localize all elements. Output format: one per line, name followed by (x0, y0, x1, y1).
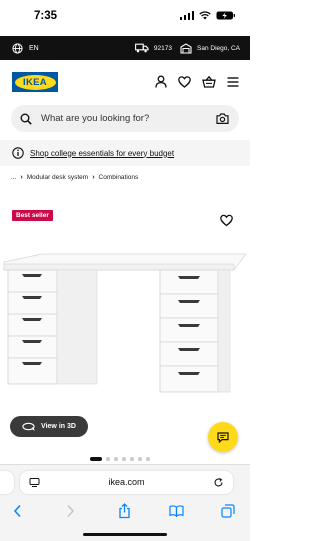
camera-icon[interactable] (216, 112, 229, 125)
add-to-wishlist-icon[interactable] (220, 214, 233, 227)
heart-icon[interactable] (177, 74, 192, 89)
carousel-dot[interactable] (122, 457, 126, 461)
breadcrumb-separator: › (20, 174, 23, 181)
previous-tab-preview[interactable] (0, 471, 14, 494)
status-icons (179, 11, 237, 20)
carousel-dot[interactable] (114, 457, 118, 461)
zip-code[interactable]: 92173 (154, 45, 172, 52)
store-name[interactable]: San Diego, CA (197, 45, 240, 52)
chat-button[interactable] (208, 422, 238, 452)
view-in-3d-button[interactable]: View in 3D (10, 416, 88, 437)
wifi-icon (199, 11, 211, 20)
carousel-dot[interactable] (130, 457, 134, 461)
signal-icon (179, 11, 194, 20)
ikea-logo[interactable]: IKEA (12, 72, 58, 92)
info-icon (12, 147, 24, 159)
globe-icon (12, 42, 23, 54)
carousel-dot[interactable] (138, 457, 142, 461)
browser-toolbar: ikea.com (0, 464, 250, 541)
language-selector[interactable]: EN (12, 42, 39, 54)
logo-text: IKEA (23, 76, 47, 88)
image-carousel-dots[interactable] (90, 457, 150, 461)
search-bar[interactable]: What are you looking for? (11, 105, 239, 132)
search-input[interactable]: What are you looking for? (41, 113, 149, 124)
url-text[interactable]: ikea.com (20, 477, 233, 487)
store-icon[interactable] (180, 42, 192, 54)
carousel-dot[interactable] (146, 457, 150, 461)
header-actions (153, 74, 240, 89)
cart-icon[interactable] (201, 74, 216, 89)
user-icon[interactable] (153, 74, 168, 89)
truck-icon[interactable] (134, 43, 149, 53)
breadcrumb: ... › Modular desk system › Combinations (11, 174, 138, 181)
breadcrumb-item[interactable]: Modular desk system (27, 174, 88, 181)
all-tabs-icon[interactable] (220, 503, 236, 519)
chat-icon (217, 431, 229, 443)
back-icon[interactable] (9, 503, 25, 519)
address-bar[interactable]: ikea.com (20, 471, 233, 494)
share-icon[interactable] (116, 503, 132, 519)
carousel-dot[interactable] (106, 457, 110, 461)
delivery-and-store: 92173 San Diego, CA (134, 36, 240, 60)
bookmarks-icon[interactable] (168, 503, 184, 519)
carousel-dot[interactable] (90, 457, 102, 461)
home-indicator (83, 533, 167, 536)
menu-icon[interactable] (225, 74, 240, 89)
best-seller-badge: Best seller (12, 210, 53, 221)
browser-nav-row (0, 501, 250, 521)
utility-bar: EN 92173 San Diego, CA (0, 36, 250, 60)
promo-link[interactable]: Shop college essentials for every budget (30, 149, 174, 158)
breadcrumb-ellipsis[interactable]: ... (11, 174, 16, 181)
promo-banner: Shop college essentials for every budget (0, 140, 250, 166)
language-label: EN (29, 44, 39, 52)
breadcrumb-item[interactable]: Combinations (99, 174, 139, 181)
product-image-desk[interactable] (0, 248, 250, 408)
site-header: IKEA (0, 60, 250, 104)
reload-icon[interactable] (213, 477, 224, 488)
forward-icon[interactable] (62, 503, 78, 519)
status-bar: 7:35 (0, 0, 250, 36)
rotate-3d-icon (22, 422, 35, 431)
breadcrumb-separator: › (92, 174, 95, 181)
battery-charging-icon (216, 11, 235, 20)
status-time: 7:35 (34, 10, 58, 22)
view-in-3d-label: View in 3D (41, 423, 76, 430)
search-icon (20, 113, 32, 125)
